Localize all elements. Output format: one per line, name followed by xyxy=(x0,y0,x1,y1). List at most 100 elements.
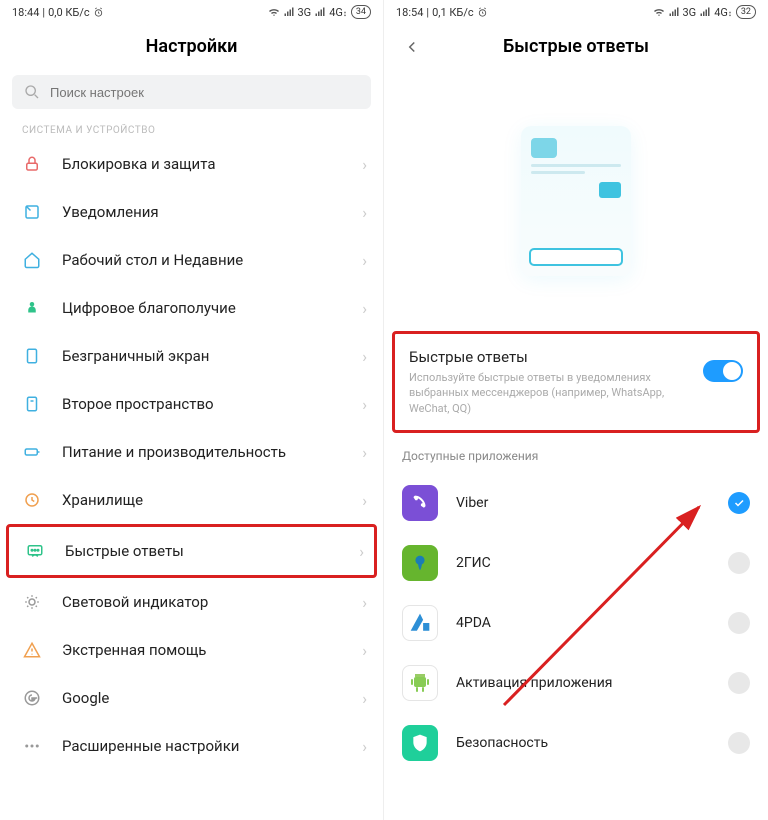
status-net1: 3G xyxy=(298,6,312,19)
chevron-right-icon: › xyxy=(362,299,367,318)
settings-screen: 18:44 | 0,0 КБ/с 3G 4G↕ 34 Настройки СИС… xyxy=(0,0,384,820)
chevron-right-icon: › xyxy=(362,155,367,174)
led-icon xyxy=(22,592,42,612)
signal-icon xyxy=(669,7,679,17)
fullscreen-icon xyxy=(22,346,42,366)
lock-icon xyxy=(22,154,42,174)
setting-row-google[interactable]: Google› xyxy=(0,674,383,722)
settings-list: Блокировка и защита›Уведомления›Рабочий … xyxy=(0,140,383,820)
setting-row-second-space[interactable]: Второе пространство› xyxy=(0,380,383,428)
setting-row-emergency[interactable]: Экстренная помощь › xyxy=(0,626,383,674)
status-net2: 4G↕ xyxy=(714,6,732,19)
app-icon xyxy=(402,725,438,761)
chevron-right-icon: › xyxy=(359,542,364,561)
status-data-rate: 0,0 КБ/с xyxy=(48,6,90,19)
chevron-right-icon: › xyxy=(362,347,367,366)
status-time: 18:44 xyxy=(12,6,39,19)
setting-label: Быстрые ответы xyxy=(65,542,339,560)
signal-icon xyxy=(284,7,294,17)
page-title: Настройки xyxy=(0,22,383,71)
app-label: Viber xyxy=(456,495,710,511)
app-label: Безопасность xyxy=(456,735,710,751)
setting-label: Питание и производительность xyxy=(62,443,342,461)
signal-icon-2 xyxy=(700,7,710,17)
chevron-right-icon: › xyxy=(362,491,367,510)
status-bar: 18:54 | 0,1 КБ/с 3G 4G↕ 32 xyxy=(384,0,768,22)
app-row[interactable]: Безопасность xyxy=(384,713,768,773)
setting-label: Уведомления xyxy=(62,203,342,221)
back-button[interactable] xyxy=(400,35,424,59)
chevron-right-icon: › xyxy=(362,395,367,414)
chevron-right-icon: › xyxy=(362,203,367,222)
status-net2: 4G↕ xyxy=(329,6,347,19)
setting-label: Google xyxy=(62,689,342,707)
chevron-right-icon: › xyxy=(362,593,367,612)
quick-replies-toggle-card: Быстрые ответы Используйте быстрые ответ… xyxy=(392,331,760,433)
radio-unselected[interactable] xyxy=(728,672,750,694)
toggle-description: Используйте быстрые ответы в уведомления… xyxy=(409,370,691,416)
setting-row-lock[interactable]: Блокировка и защита › xyxy=(0,140,383,188)
radio-unselected[interactable] xyxy=(728,732,750,754)
app-row[interactable]: 4PDA xyxy=(384,593,768,653)
check-icon xyxy=(733,497,745,509)
quick-reply-icon xyxy=(25,541,45,561)
setting-row-wellbeing[interactable]: Цифровое благополучие› xyxy=(0,284,383,332)
battery-icon xyxy=(22,442,42,462)
wifi-icon xyxy=(653,7,665,17)
emergency-icon xyxy=(22,640,42,660)
radio-unselected[interactable] xyxy=(728,552,750,574)
chevron-right-icon: › xyxy=(362,641,367,660)
setting-row-fullscreen[interactable]: Безграничный экран › xyxy=(0,332,383,380)
home-icon xyxy=(22,250,42,270)
setting-label: Хранилище xyxy=(62,491,342,509)
chevron-right-icon: › xyxy=(362,737,367,756)
setting-row-advanced[interactable]: Расширенные настройки › xyxy=(0,722,383,770)
chevron-right-icon: › xyxy=(362,251,367,270)
setting-label: Блокировка и защита xyxy=(62,155,342,173)
wellbeing-icon xyxy=(22,298,42,318)
setting-label: Рабочий стол и Недавние xyxy=(62,251,342,269)
setting-row-storage[interactable]: Хранилище › xyxy=(0,476,383,524)
second-space-icon xyxy=(22,394,42,414)
wifi-icon xyxy=(268,7,280,17)
setting-row-battery[interactable]: Питание и производительность › xyxy=(0,428,383,476)
setting-label: Световой индикатор xyxy=(62,593,342,611)
app-row[interactable]: 2ГИС xyxy=(384,533,768,593)
chevron-left-icon xyxy=(403,38,421,56)
app-row[interactable]: Активация приложения xyxy=(384,653,768,713)
section-header: СИСТЕМА И УСТРОЙСТВО xyxy=(0,119,383,140)
status-data-rate: 0,1 КБ/с xyxy=(432,6,474,19)
app-label: 2ГИС xyxy=(456,555,710,571)
setting-label: Экстренная помощь xyxy=(62,641,342,659)
search-input[interactable] xyxy=(12,75,371,109)
radio-unselected[interactable] xyxy=(728,612,750,634)
setting-row-home[interactable]: Рабочий стол и Недавние › xyxy=(0,236,383,284)
setting-label: Безграничный экран xyxy=(62,347,342,365)
status-time: 18:54 xyxy=(396,6,423,19)
setting-row-led[interactable]: Световой индикатор › xyxy=(0,578,383,626)
notification-icon xyxy=(22,202,42,222)
quick-replies-switch[interactable] xyxy=(703,360,743,382)
app-label: Активация приложения xyxy=(456,675,710,691)
app-icon xyxy=(402,605,438,641)
status-net1: 3G xyxy=(683,6,697,19)
search-icon xyxy=(24,84,40,100)
status-bar: 18:44 | 0,0 КБ/с 3G 4G↕ 34 xyxy=(0,0,383,22)
app-row[interactable]: Viber xyxy=(384,473,768,533)
chevron-right-icon: › xyxy=(362,443,367,462)
hero-illustration xyxy=(384,71,768,331)
storage-icon xyxy=(22,490,42,510)
radio-selected[interactable] xyxy=(728,492,750,514)
setting-row-quick-reply[interactable]: Быстрые ответы › xyxy=(9,527,374,575)
toggle-title: Быстрые ответы xyxy=(409,348,691,366)
battery-level: 32 xyxy=(736,5,756,19)
app-icon xyxy=(402,545,438,581)
highlight-annotation: Быстрые ответы › xyxy=(6,524,377,578)
setting-label: Расширенные настройки xyxy=(62,737,342,755)
alarm-icon xyxy=(477,7,488,18)
apps-list: Viber 2ГИС 4PDA Активация приложения Безопас… xyxy=(384,473,768,773)
signal-icon-2 xyxy=(315,7,325,17)
app-icon xyxy=(402,485,438,521)
quick-replies-screen: 18:54 | 0,1 КБ/с 3G 4G↕ 32 Быстрые ответ… xyxy=(384,0,768,820)
setting-row-notification[interactable]: Уведомления › xyxy=(0,188,383,236)
